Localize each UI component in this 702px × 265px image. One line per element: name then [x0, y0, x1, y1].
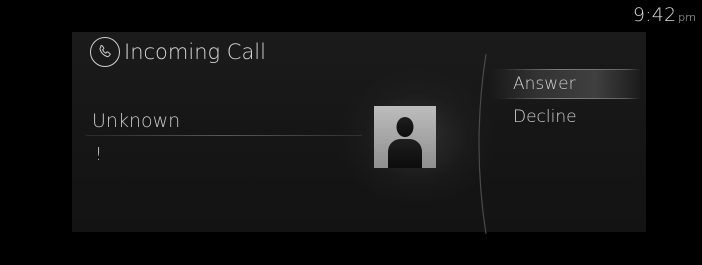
phone-icon [90, 37, 120, 67]
infotainment-screen: 9:42 pm Incoming Call Unknown ! Answer D… [0, 0, 702, 265]
person-silhouette-icon [374, 106, 436, 168]
call-title: Incoming Call [124, 40, 266, 64]
decline-button[interactable]: Decline [490, 102, 640, 132]
caller-name: Unknown [92, 110, 181, 132]
status-clock: 9:42 pm [633, 4, 696, 26]
answer-label: Answer [513, 74, 576, 94]
caller-detail: ! [95, 144, 103, 165]
incoming-call-panel: Incoming Call Unknown ! Answer Decline [72, 32, 646, 234]
answer-button[interactable]: Answer [490, 69, 640, 99]
caller-divider [86, 135, 362, 136]
clock-time: 9:42 [632, 4, 677, 26]
call-options-menu: Answer Decline [490, 32, 646, 232]
call-header: Incoming Call [90, 32, 266, 72]
clock-ampm: pm [678, 11, 696, 24]
decline-label: Decline [513, 107, 577, 127]
